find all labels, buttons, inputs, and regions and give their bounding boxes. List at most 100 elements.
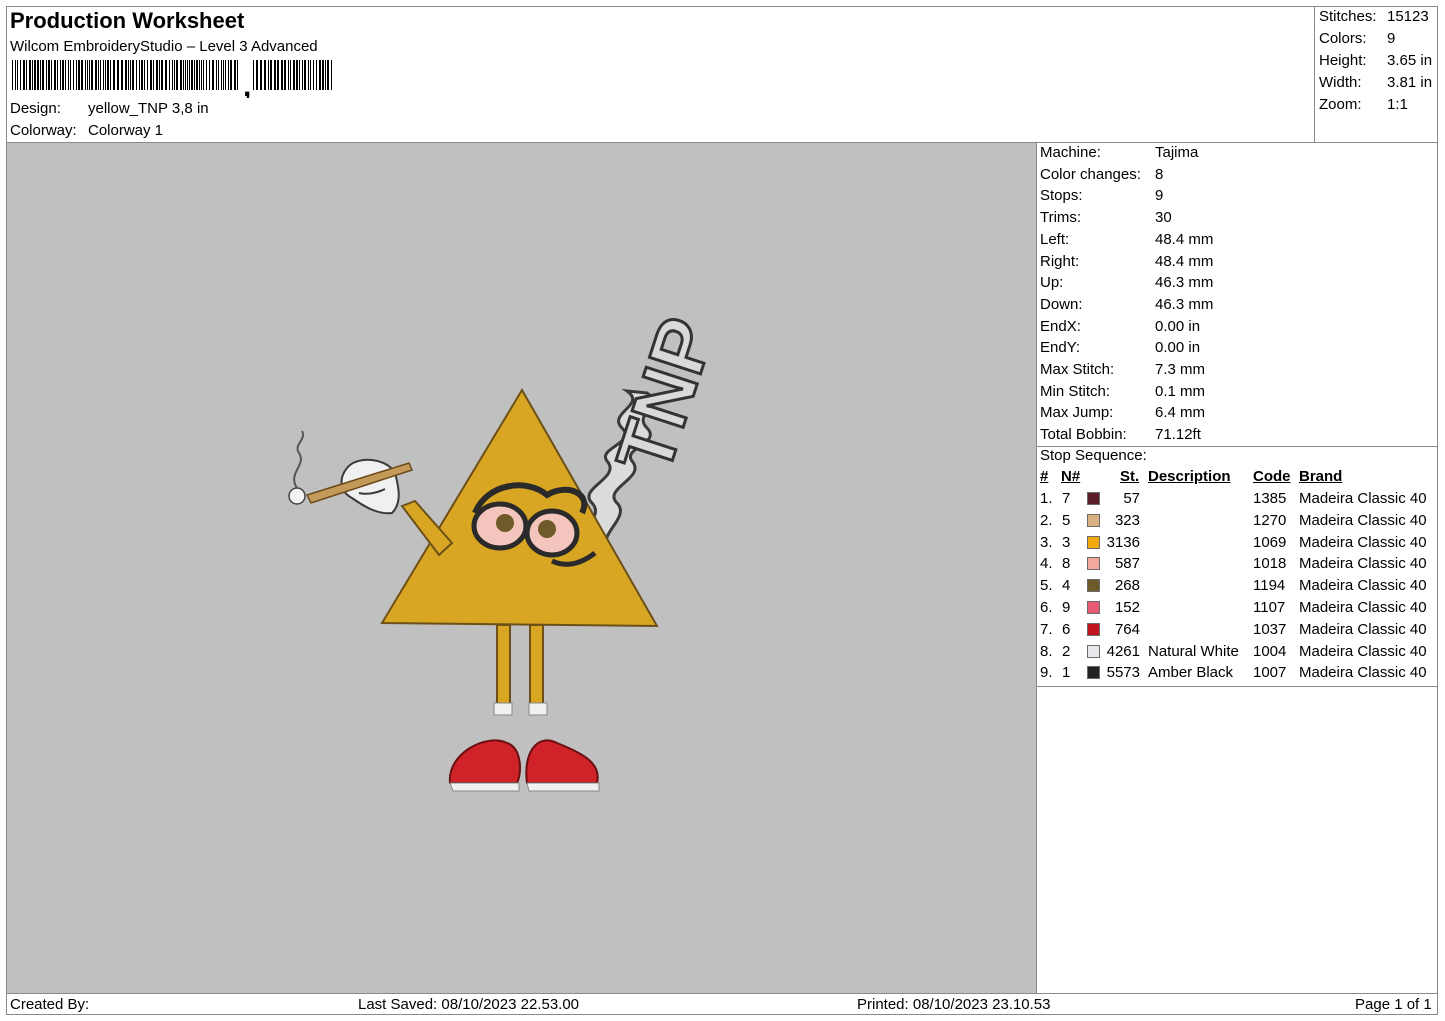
col-header-description: Description — [1148, 468, 1231, 485]
design-label: Design: — [10, 100, 61, 117]
color-swatch — [1087, 557, 1100, 571]
machine-info-row: Down: 46.3 mm — [1040, 296, 1213, 318]
machine-info-key: Down: — [1040, 295, 1083, 313]
thread-description: Natural White — [1148, 642, 1239, 660]
stop-index: 8. — [1040, 642, 1053, 660]
needle-number: 9 — [1062, 599, 1071, 616]
machine-info-key: Machine: — [1040, 144, 1101, 161]
machine-info-key: EndY: — [1040, 339, 1081, 357]
stitch-count: 57 — [1123, 490, 1140, 507]
machine-info-value: 0.00 in — [1155, 317, 1201, 335]
thread-code: 1018 — [1253, 555, 1287, 573]
thread-code: 1194 — [1253, 577, 1286, 595]
summary-key: Colors: — [1319, 30, 1367, 47]
machine-info-row: Max Stitch: 7.3 mm — [1040, 361, 1205, 383]
summary-key: Width: — [1319, 74, 1362, 91]
stitch-count: 587 — [1114, 555, 1140, 573]
machine-info-value: 46.3 mm — [1155, 274, 1214, 292]
stop-index: 2. — [1040, 511, 1053, 529]
thread-code: 1385 — [1253, 490, 1287, 507]
stop-row: 4. 8 587 1018 Madeira Classic 40 — [1037, 555, 1438, 577]
summary-value: 15123 — [1387, 8, 1429, 25]
summary-row: Width: 3.81 in — [1319, 74, 1432, 91]
stop-row: 9. 1 5573 Amber Black 1007 Madeira Classic 40 — [1037, 664, 1438, 686]
thread-brand: Madeira Classic 40 — [1299, 620, 1427, 638]
thread-brand: Madeira Classic 40 — [1299, 599, 1427, 616]
character-legs — [496, 624, 544, 706]
stop-index: 3. — [1040, 533, 1053, 551]
color-swatch — [1087, 579, 1100, 593]
printed-date: Printed: 08/10/2023 23.10.53 — [857, 996, 1051, 1013]
thread-code: 1007 — [1253, 664, 1287, 682]
summary-row: Stitches: 15123 — [1319, 8, 1429, 25]
color-swatch — [1087, 622, 1100, 636]
machine-info-value: 30 — [1155, 209, 1172, 227]
machine-info-row: Trims: 30 — [1040, 209, 1172, 231]
tnp-text: TNP — [599, 307, 731, 483]
stop-row: 1. 7 57 1385 Madeira Classic 40 — [1037, 490, 1438, 512]
machine-info-value: 9 — [1155, 187, 1164, 205]
needle-number: 2 — [1062, 642, 1071, 660]
thread-code: 1069 — [1253, 533, 1287, 551]
colorway-value: Colorway 1 — [88, 122, 164, 139]
character-shoes — [448, 702, 600, 792]
thread-code: 1037 — [1253, 620, 1287, 638]
design-summary: Stitches: 15123 Colors: 9 Height: 3.65 in W… — [1314, 6, 1438, 143]
machine-info-key: Color changes: — [1040, 165, 1141, 183]
machine-info-key: Up: — [1040, 274, 1064, 292]
tnp-lettering: TNP — [598, 306, 733, 485]
stop-index: 6. — [1040, 599, 1053, 616]
machine-info-value: 48.4 mm — [1155, 230, 1214, 248]
thread-brand: Madeira Classic 40 — [1299, 577, 1427, 595]
design-preview: TNP — [7, 143, 1037, 993]
needle-number: 6 — [1062, 620, 1071, 638]
machine-info-row: Stops: 9 — [1040, 187, 1163, 209]
thread-brand: Madeira Classic 40 — [1299, 664, 1427, 682]
needle-number: 5 — [1062, 511, 1071, 529]
col-header-brand: Brand — [1299, 468, 1343, 485]
stitch-count: 3136 — [1106, 533, 1140, 551]
machine-info-row: EndY: 0.00 in — [1040, 339, 1200, 361]
machine-info-key: Right: — [1040, 252, 1080, 270]
machine-info-value: 0.00 in — [1155, 339, 1201, 357]
needle-number: 7 — [1062, 490, 1071, 507]
stop-sequence-title: Stop Sequence: — [1040, 447, 1147, 464]
machine-info-value: 71.12ft — [1155, 426, 1201, 444]
colorway-row: Colorway: Colorway 1 — [10, 122, 163, 139]
thread-brand: Madeira Classic 40 — [1299, 642, 1427, 660]
machine-info-key: Total Bobbin: — [1040, 426, 1127, 444]
thread-description: Amber Black — [1148, 664, 1234, 682]
machine-info-key: Min Stitch: — [1040, 382, 1111, 400]
needle-number: 1 — [1062, 664, 1071, 682]
design-value: yellow_TNP 3,8 in — [88, 100, 209, 117]
thread-code: 1270 — [1253, 511, 1287, 529]
needle-number: 4 — [1062, 577, 1071, 595]
machine-info-value: 6.4 mm — [1155, 404, 1206, 422]
summary-key: Height: — [1319, 52, 1367, 69]
color-swatch — [1087, 492, 1100, 505]
col-header-needle: N# — [1061, 468, 1081, 485]
summary-value: 3.65 in — [1387, 52, 1433, 69]
machine-info-row: Max Jump: 6.4 mm — [1040, 404, 1205, 426]
stop-row: 6. 9 152 1107 Madeira Classic 40 — [1037, 599, 1438, 621]
summary-value: 3.81 in — [1387, 74, 1433, 91]
color-swatch — [1087, 644, 1100, 658]
stop-row: 7. 6 764 1037 Madeira Classic 40 — [1037, 621, 1438, 643]
summary-row: Zoom: 1:1 — [1319, 96, 1408, 113]
machine-info-row: Right: 48.4 mm — [1040, 253, 1213, 275]
machine-info-value: 46.3 mm — [1155, 295, 1214, 313]
machine-info-row: Color changes: 8 — [1040, 166, 1163, 188]
col-header-num: # — [1040, 468, 1049, 485]
barcode: , — [12, 60, 332, 98]
needle-number: 8 — [1062, 555, 1071, 573]
svg-text:,: , — [243, 70, 251, 98]
color-swatch — [1087, 513, 1100, 527]
stop-row: 3. 3 3136 1069 Madeira Classic 40 — [1037, 534, 1438, 556]
needle-number: 3 — [1062, 533, 1071, 551]
machine-info-value: 8 — [1155, 165, 1164, 183]
summary-row: Colors: 9 — [1319, 30, 1395, 47]
machine-info-key: Trims: — [1040, 209, 1082, 227]
divider — [1037, 686, 1438, 687]
stop-row: 8. 2 4261 Natural White 1004 Madeira Classic … — [1037, 643, 1438, 665]
color-swatch — [1087, 666, 1100, 680]
